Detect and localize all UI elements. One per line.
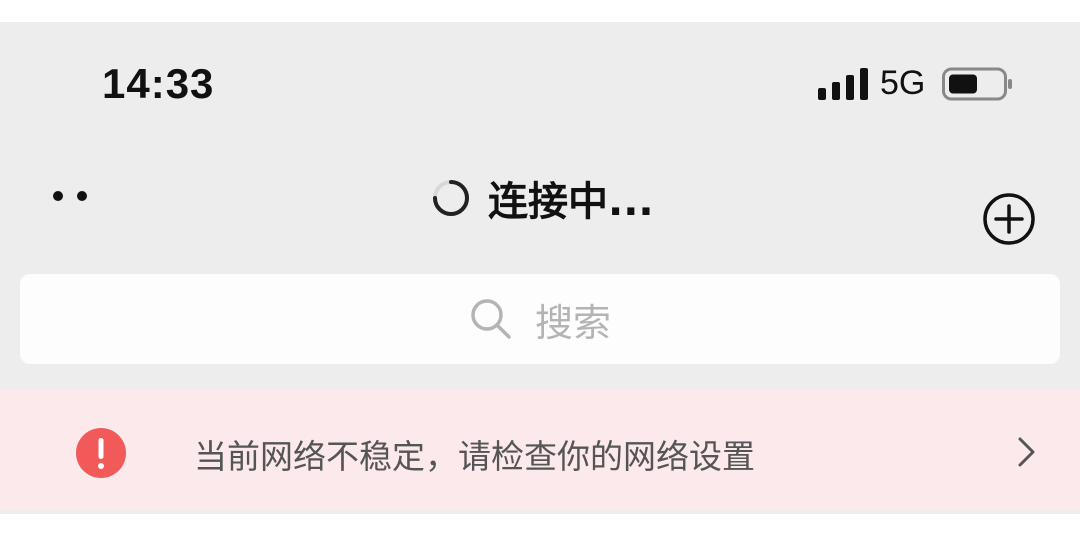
chevron-right-icon <box>1018 437 1035 467</box>
app-container: 14:33 5G 连接中... 搜索 当前网络不稳定，请检查你的网络设置 <box>0 22 1080 514</box>
signal-bars-icon <box>818 68 868 100</box>
search-placeholder: 搜索 <box>534 300 611 345</box>
search-icon <box>471 299 511 339</box>
network-warning-banner[interactable]: 当前网络不稳定，请检查你的网络设置 <box>0 390 1080 510</box>
warning-message: 当前网络不稳定，请检查你的网络设置 <box>194 437 755 476</box>
nav-title-group: 连接中... <box>430 170 654 226</box>
page-title: 连接中... <box>488 179 654 225</box>
network-type: 5G <box>880 64 926 102</box>
add-circle-icon[interactable] <box>982 192 1036 246</box>
screen: 14:33 5G 连接中... 搜索 当前网络不稳定，请检查你的网络设置 <box>0 0 1080 540</box>
status-time: 14:33 <box>102 60 215 107</box>
search-bar[interactable]: 搜索 <box>20 274 1060 364</box>
loading-spinner-icon <box>433 180 469 216</box>
more-dots-icon[interactable] <box>48 182 98 210</box>
battery-icon <box>942 67 1012 101</box>
warning-icon <box>76 428 126 478</box>
